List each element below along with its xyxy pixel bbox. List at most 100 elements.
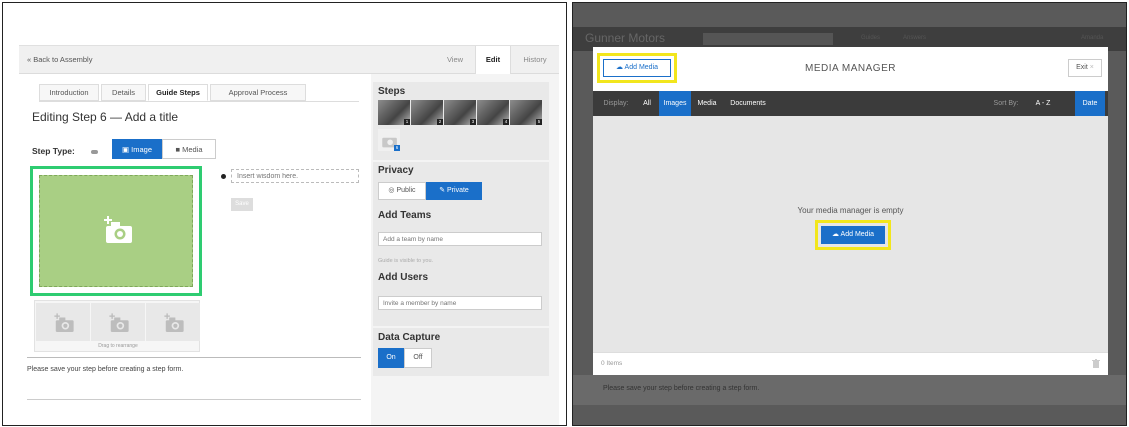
- save-button[interactable]: Save: [231, 198, 253, 211]
- step-thumbnail[interactable]: 5: [510, 100, 542, 125]
- edit-icon: ✎: [439, 187, 446, 194]
- camera-icon: ▣: [121, 145, 130, 154]
- filter-images[interactable]: Images: [659, 91, 691, 116]
- back-to-assembly-link[interactable]: « Back to Assembly: [27, 55, 92, 64]
- brand-logo: Gunner Motors: [585, 31, 666, 45]
- data-capture-heading: Data Capture: [378, 332, 441, 343]
- visibility-note: Guide is visible to you.: [378, 258, 434, 264]
- add-photo-icon: [164, 313, 184, 332]
- close-icon: ×: [1089, 64, 1094, 71]
- tabs-divider: [39, 101, 359, 102]
- modal-footer: 0 Items: [593, 352, 1108, 375]
- image-thumbnails: Drag to rearrange: [34, 300, 200, 352]
- nav-answers: Answers: [903, 35, 927, 41]
- steps-panel: Steps 1 2 3 4 5 6: [373, 82, 549, 160]
- step-editor-panel: « Back to Assembly View Edit History Int…: [2, 2, 567, 426]
- private-button[interactable]: ✎ Private: [426, 182, 482, 200]
- exit-button[interactable]: Exit ×: [1068, 59, 1102, 77]
- step-edit-area: Introduction Details Guide Steps Approva…: [19, 74, 371, 425]
- sort-date[interactable]: Date: [1075, 91, 1105, 116]
- display-label: Display:: [603, 100, 629, 107]
- main-image-dropzone-highlight: [30, 166, 202, 296]
- privacy-heading: Privacy: [378, 165, 414, 176]
- bullet-icon: [221, 174, 226, 179]
- data-capture-off-button[interactable]: Off: [404, 348, 432, 368]
- media-manager-panel: Gunner Motors Guides Answers Amanda Plea…: [572, 2, 1127, 426]
- privacy-panel: Privacy ◎ Public ✎ Private Add Teams Gui…: [373, 162, 549, 326]
- add-users-heading: Add Users: [378, 272, 429, 283]
- data-capture-on-button[interactable]: On: [378, 348, 404, 368]
- globe-icon: ◎: [388, 187, 395, 194]
- exit-label: Exit: [1076, 64, 1088, 71]
- divider: [27, 399, 361, 400]
- tab-details[interactable]: Details: [101, 84, 146, 101]
- upload-cloud-icon: ☁: [831, 231, 839, 238]
- video-camera-icon: ■: [175, 145, 180, 154]
- filter-media[interactable]: Media: [693, 91, 721, 116]
- search-bar: [703, 33, 833, 45]
- tab-history[interactable]: History: [513, 46, 557, 74]
- step-thumbnail[interactable]: 1: [378, 100, 410, 125]
- media-type-button[interactable]: ■ Media: [162, 139, 216, 159]
- step-number: 3: [470, 119, 476, 125]
- background-save-note: Please save your step before creating a …: [603, 385, 760, 392]
- trash-icon[interactable]: [1092, 359, 1100, 368]
- add-photo-icon: [54, 313, 74, 332]
- tab-view[interactable]: View: [439, 46, 471, 74]
- empty-state-text: Your media manager is empty: [797, 206, 904, 215]
- step-number: 1: [404, 119, 410, 125]
- sort-a-z[interactable]: A - Z: [1029, 91, 1057, 116]
- step-thumbnail[interactable]: 2: [411, 100, 443, 125]
- add-teams-heading: Add Teams: [378, 210, 432, 221]
- image-slot[interactable]: [36, 303, 90, 341]
- step-thumbnail[interactable]: 3: [444, 100, 476, 125]
- step-title: Editing Step 6 — Add a title: [32, 110, 179, 124]
- save-step-note: Please save your step before creating a …: [27, 366, 184, 373]
- media-type-label: Media: [182, 145, 203, 154]
- image-type-button[interactable]: ▣ Image: [112, 139, 162, 159]
- screenshot-pair: « Back to Assembly View Edit History Int…: [0, 0, 1129, 427]
- step-thumbnail-current[interactable]: 6: [378, 129, 400, 151]
- media-manager-modal: ☁ Add Media MEDIA MANAGER Exit × Display…: [593, 47, 1108, 375]
- add-photo-icon: [109, 313, 129, 332]
- media-filter-toolbar: Display: All Images Media Documents Sort…: [593, 91, 1108, 116]
- image-slot[interactable]: [91, 303, 145, 341]
- editor-topbar: « Back to Assembly View Edit History: [19, 46, 559, 74]
- step-number: 5: [536, 119, 542, 125]
- filter-documents[interactable]: Documents: [723, 91, 773, 116]
- modal-title: MEDIA MANAGER: [805, 63, 896, 74]
- step-type-label: Step Type:: [32, 146, 75, 156]
- add-photo-icon: [104, 216, 132, 243]
- step-number: 6: [394, 145, 400, 151]
- main-image-dropzone[interactable]: [39, 175, 193, 287]
- sort-by-label: Sort By:: [993, 100, 1019, 107]
- step-number: 2: [437, 119, 443, 125]
- add-media-button-center[interactable]: ☁ Add Media: [821, 226, 885, 244]
- public-button[interactable]: ◎ Public: [378, 182, 426, 200]
- tab-approval-process[interactable]: Approval Process: [210, 84, 306, 101]
- step-thumbnail[interactable]: 4: [477, 100, 509, 125]
- user-search-input[interactable]: [378, 296, 542, 310]
- nav-guides: Guides: [861, 35, 881, 41]
- add-media-label: Add Media: [840, 231, 875, 238]
- data-capture-panel: Data Capture On Off: [373, 328, 549, 376]
- step-number: 4: [503, 119, 509, 125]
- step-type-indicator-icon: [91, 150, 98, 154]
- image-type-label: Image: [131, 145, 153, 154]
- team-search-input[interactable]: [378, 232, 542, 246]
- editor-shell: « Back to Assembly View Edit History Int…: [19, 45, 559, 425]
- tab-introduction[interactable]: Introduction: [39, 84, 99, 101]
- tab-guide-steps[interactable]: Guide Steps: [148, 84, 208, 101]
- steps-heading: Steps: [378, 86, 406, 97]
- nav-user: Amanda: [1081, 35, 1104, 41]
- filter-all[interactable]: All: [637, 91, 657, 116]
- item-count: 0 Items: [601, 360, 623, 367]
- image-slot[interactable]: [146, 303, 200, 341]
- tab-edit[interactable]: Edit: [475, 46, 511, 74]
- step-bullet-input[interactable]: [231, 169, 359, 183]
- add-media-highlight: ☁ Add Media: [815, 220, 891, 250]
- drag-to-rearrange-label: Drag to rearrange: [98, 343, 138, 349]
- private-label: Private: [447, 187, 469, 194]
- divider: [27, 357, 361, 358]
- modal-header: ☁ Add Media MEDIA MANAGER Exit ×: [593, 47, 1108, 91]
